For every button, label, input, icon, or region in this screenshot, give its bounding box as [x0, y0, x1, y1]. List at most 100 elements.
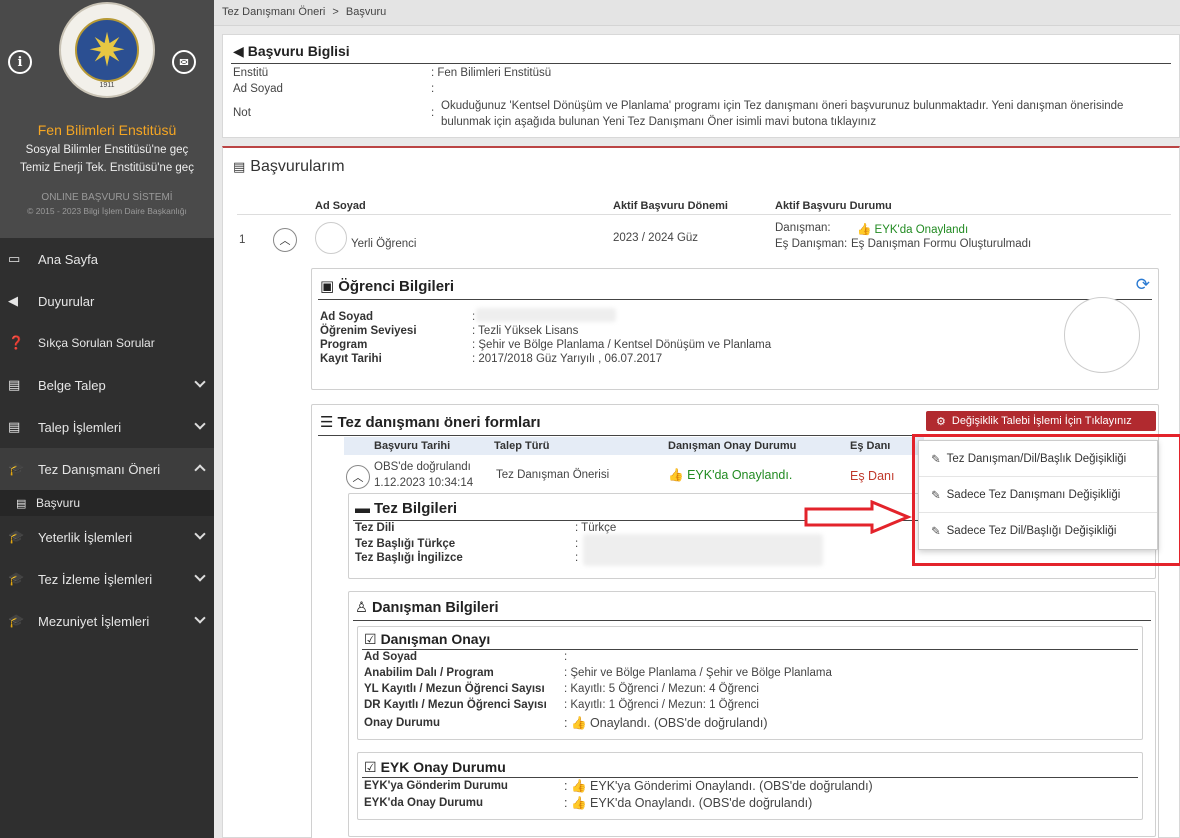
advisor-info-title: ♙ Danışman Bilgileri — [355, 600, 499, 616]
department-label: Anabilim Dalı / Program — [364, 667, 494, 679]
info-icon[interactable]: i — [8, 50, 32, 74]
co-advisor-status: Eş Danışman Formu Oluşturulmadı — [851, 238, 1032, 250]
program-label: Program — [320, 339, 368, 351]
graduation-cap-icon: 🎓 — [8, 613, 25, 628]
form-co-advisor-status: Eş Danı — [850, 469, 895, 483]
sidebar-item-announcements[interactable]: ◀ Duyurular — [0, 280, 214, 322]
advisor-approval-box: ☑ Danışman Onayı Ad Soyad : Anabilim Dalı… — [357, 626, 1143, 740]
divider — [353, 620, 1151, 621]
question-icon: ❓ — [8, 335, 25, 350]
change-request-button[interactable]: ⚙ Değişiklik Talebi İşlemi İçin Tıklayını… — [926, 411, 1156, 431]
sidebar-subitem-application[interactable]: ▤ Başvuru — [0, 490, 214, 516]
sidebar: i ✷ 1911 ✉ Fen Bilimleri Enstitüsü Sosya… — [0, 0, 214, 838]
student-photo — [1064, 297, 1140, 373]
advisor-info-box: ♙ Danışman Bilgileri ☑ Danışman Onayı Ad S… — [348, 591, 1156, 837]
institute-label: Enstitü — [233, 67, 269, 79]
sidebar-item-document-request[interactable]: ▤ Belge Talep — [0, 364, 214, 406]
thumbs-up-icon: 👍 — [857, 224, 872, 236]
id-card-icon: ▣ — [320, 278, 335, 295]
institute-value: : Fen Bilimleri Enstitüsü — [431, 67, 552, 79]
form-request-type: Tez Danışman Önerisi — [496, 469, 610, 481]
chevron-down-icon — [194, 418, 206, 430]
eyk-sent-value: : 👍 EYK'ya Gönderimi Onaylandı. (OBS'de … — [564, 779, 873, 793]
breadcrumb-separator: > — [332, 6, 339, 18]
department-value: : Şehir ve Bölge Planlama / Şehir ve Böl… — [564, 667, 832, 679]
bullhorn-icon: ◀ — [233, 43, 244, 59]
eyk-approval-box: ☑ EYK Onay Durumu EYK'ya Gönderim Durumu … — [357, 752, 1143, 820]
form-date: 1.12.2023 10:34:14 — [374, 477, 474, 489]
advisor-label: Danışman: — [775, 222, 831, 234]
sidebar-header: i ✷ 1911 ✉ Fen Bilimleri Enstitüsü Sosya… — [0, 0, 214, 238]
copyright: © 2015 - 2023 Bilgi İşlem Daire Başkanlı… — [27, 206, 187, 216]
institute-name: Fen Bilimleri Enstitüsü — [37, 122, 177, 138]
university-logo: ✷ 1911 — [59, 2, 155, 98]
co-advisor-label: Eş Danışman: — [775, 238, 848, 250]
bullhorn-icon: ◀ — [8, 293, 18, 308]
sidebar-item-request-operations[interactable]: ▤ Talep İşlemleri — [0, 406, 214, 448]
thumbs-up-icon: 👍 — [570, 779, 587, 793]
name-label: Ad Soyad — [233, 83, 283, 95]
refresh-icon[interactable]: ⟳ — [1136, 275, 1150, 295]
file-icon: ▤ — [8, 419, 21, 434]
chevron-up-icon[interactable]: ︿ — [346, 465, 370, 489]
chevron-down-icon — [194, 528, 206, 540]
sidebar-item-faq[interactable]: ❓ Sıkça Sorulan Sorular — [0, 322, 214, 364]
chevron-up-icon[interactable]: ︿ — [273, 228, 297, 252]
col-header-status: Aktif Başvuru Durumu — [775, 200, 892, 212]
sidebar-item-home[interactable]: ▭ Ana Sayfa — [0, 238, 214, 280]
redacted-thesis-title — [583, 534, 823, 566]
divider — [318, 299, 1152, 300]
file-icon: ▤ — [16, 497, 27, 510]
chevron-up-icon — [194, 464, 206, 476]
book-icon: ▬ — [355, 500, 370, 517]
thesis-title-tr-label: Tez Başlığı Türkçe — [355, 538, 456, 550]
logo-year: 1911 — [99, 82, 115, 89]
breadcrumb-parent[interactable]: Tez Danışmanı Öneri — [222, 6, 325, 18]
switch-social-sciences-link[interactable]: Sosyal Bilimler Enstitüsü'ne geç — [0, 144, 214, 156]
student-name-label: Ad Soyad — [320, 311, 374, 323]
program-value: : Şehir ve Bölge Planlama / Kentsel Dönü… — [472, 339, 772, 351]
annotation-arrow — [804, 500, 912, 534]
phd-students-value: : Kayıtlı: 1 Öğrenci / Mezun: 1 Öğrenci — [564, 699, 759, 711]
name-colon: : — [431, 83, 435, 95]
advisor-approval-title: ☑ Danışman Onayı — [364, 631, 491, 647]
graduation-cap-icon: 🎓 — [8, 529, 25, 544]
redacted-student-name — [476, 308, 616, 322]
application-period: 2023 / 2024 Güz — [613, 232, 699, 244]
sidebar-item-thesis-advisor[interactable]: 🎓 Tez Danışmanı Öneri — [0, 448, 214, 490]
col-header-period: Aktif Başvuru Dönemi — [613, 200, 728, 212]
student-name-colon: : — [472, 311, 476, 323]
check-square-icon: ☑ — [364, 759, 377, 775]
row-index: 1 — [239, 234, 246, 246]
education-level-value: : Tezli Yüksek Lisans — [472, 325, 579, 337]
divider — [362, 649, 1138, 650]
annotation-highlight-frame — [912, 434, 1180, 566]
application-info-title: ◀ Başvuru Biglisi — [233, 43, 350, 59]
sidebar-item-thesis-monitoring[interactable]: 🎓 Tez İzleme İşlemleri — [0, 558, 214, 600]
forms-title: ☰ Tez danışmanı öneri formları — [320, 414, 541, 431]
thumbs-up-icon: 👍 — [570, 796, 587, 810]
star-icon: ✷ — [87, 23, 127, 77]
advisor-name-label: Ad Soyad — [364, 651, 418, 663]
main-content: Tez Danışmanı Öneri > Başvuru ◀ Başvuru B… — [214, 0, 1180, 838]
eyk-approval-label: EYK'da Onay Durumu — [364, 797, 484, 809]
eyk-sent-label: EYK'ya Gönderim Durumu — [364, 780, 508, 792]
registration-date-value: : 2017/2018 Güz Yarıyılı , 06.07.2017 — [472, 353, 663, 365]
education-level-label: Öğrenim Seviyesi — [320, 325, 417, 337]
note-colon: : — [431, 107, 435, 119]
thumbs-up-icon: 👍 — [570, 716, 587, 730]
col-header-request-type: Talep Türü — [494, 440, 550, 452]
approval-status-value: : 👍 Onaylandı. (OBS'de doğrulandı) — [564, 716, 768, 730]
mail-icon[interactable]: ✉ — [172, 50, 196, 74]
switch-clean-energy-link[interactable]: Temiz Enerji Tek. Enstitüsü'ne geç — [0, 162, 214, 174]
breadcrumb: Tez Danışmanı Öneri > Başvuru — [214, 0, 1180, 26]
student-name: Yerli Öğrenci — [351, 238, 417, 250]
graduation-cap-icon: 🎓 — [8, 571, 25, 586]
thesis-title-tr-colon: : — [575, 538, 579, 550]
sidebar-item-graduation[interactable]: 🎓 Mezuniyet İşlemleri — [0, 600, 214, 642]
advisor-status: 👍 EYK'da Onaylandı — [857, 224, 969, 236]
approval-status-label: Onay Durumu — [364, 717, 441, 729]
form-verified: OBS'de doğrulandı — [374, 461, 471, 473]
sidebar-item-qualification[interactable]: 🎓 Yeterlik İşlemleri — [0, 516, 214, 558]
col-header-advisor-status: Danışman Onay Durumu — [668, 440, 797, 452]
